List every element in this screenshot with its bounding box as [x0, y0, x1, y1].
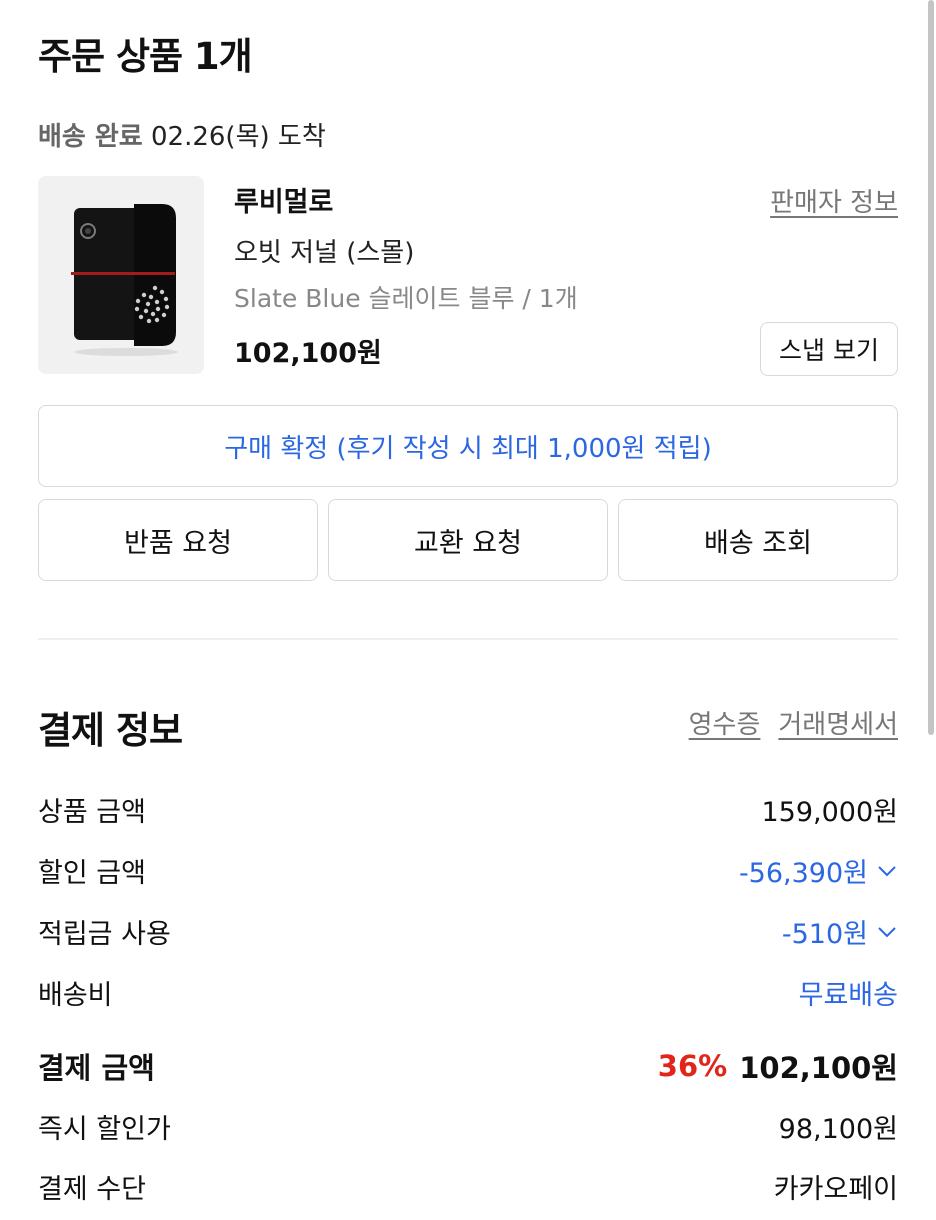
payment-info-title: 결제 정보 — [38, 709, 183, 752]
payment-row-discount[interactable]: 할인 금액 -56,390원 — [38, 851, 898, 890]
delivery-status-label: 배송 완료 — [38, 122, 143, 152]
payment-row-product-amount: 상품 금액 159,000원 — [38, 790, 898, 829]
order-items-title: 주문 상품 1개 — [38, 35, 253, 78]
chevron-down-icon[interactable] — [876, 921, 898, 943]
row-value: 102,100원 — [739, 1051, 898, 1085]
row-value: 카카오페이 — [773, 1174, 898, 1205]
scrollbar[interactable] — [928, 0, 934, 735]
exchange-request-button[interactable]: 교환 요청 — [328, 499, 608, 581]
payment-doc-links: 영수증 거래명세서 — [689, 704, 898, 741]
row-value: 159,000원 — [761, 797, 899, 828]
payment-row-method: 결제 수단 카카오페이 — [38, 1167, 898, 1206]
receipt-link[interactable]: 영수증 — [689, 704, 761, 741]
payment-row-instant-price: 즉시 할인가 98,100원 — [38, 1107, 898, 1146]
points-value-toggle[interactable]: -510원 — [782, 912, 898, 951]
return-request-button[interactable]: 반품 요청 — [38, 499, 318, 581]
row-value: -510원 — [781, 919, 868, 950]
row-label: 결제 수단 — [38, 1174, 146, 1205]
product-thumbnail[interactable] — [38, 176, 204, 374]
product-name[interactable]: 오빗 저널 (스몰) — [234, 232, 414, 269]
order-detail-page: 주문 상품 1개 배송 완료 02.26(목) 도착 루비멀로 오빗 저널 (스… — [0, 0, 936, 1220]
product-brand[interactable]: 루비멀로 — [234, 180, 333, 219]
row-value: -56,390원 — [738, 858, 868, 889]
journal-product-photo — [71, 204, 178, 356]
product-option: Slate Blue 슬레이트 블루 / 1개 — [234, 284, 578, 313]
product-price: 102,100원 — [234, 338, 382, 369]
purchase-confirm-button[interactable]: 구매 확정 (후기 작성 시 최대 1,000원 적립) — [38, 405, 898, 487]
payment-row-shipping: 배송비 무료배송 — [38, 973, 898, 1012]
transaction-statement-link[interactable]: 거래명세서 — [778, 704, 898, 741]
delivery-status: 배송 완료 02.26(목) 도착 — [38, 116, 326, 153]
row-label: 배송비 — [38, 980, 113, 1011]
payment-row-points[interactable]: 적립금 사용 -510원 — [38, 912, 898, 951]
seller-info-link[interactable]: 판매자 정보 — [770, 182, 898, 219]
row-label: 상품 금액 — [38, 797, 146, 828]
total-value: 36% 102,100원 — [658, 1045, 898, 1087]
row-label: 즉시 할인가 — [38, 1114, 171, 1145]
row-label: 적립금 사용 — [38, 919, 171, 950]
payment-row-total: 결제 금액 36% 102,100원 — [38, 1045, 898, 1087]
discount-percent: 36% — [657, 1049, 728, 1083]
row-value: 무료배송 — [798, 980, 898, 1011]
row-value: 98,100원 — [778, 1114, 898, 1145]
delivery-date: 02.26(목) 도착 — [151, 122, 326, 152]
tracking-button[interactable]: 배송 조회 — [618, 499, 898, 581]
chevron-down-icon[interactable] — [876, 860, 898, 882]
section-divider — [38, 638, 898, 640]
row-label: 결제 금액 — [38, 1051, 155, 1085]
snap-view-button[interactable]: 스냅 보기 — [760, 322, 898, 376]
discount-value-toggle[interactable]: -56,390원 — [739, 851, 898, 890]
row-label: 할인 금액 — [38, 858, 146, 889]
